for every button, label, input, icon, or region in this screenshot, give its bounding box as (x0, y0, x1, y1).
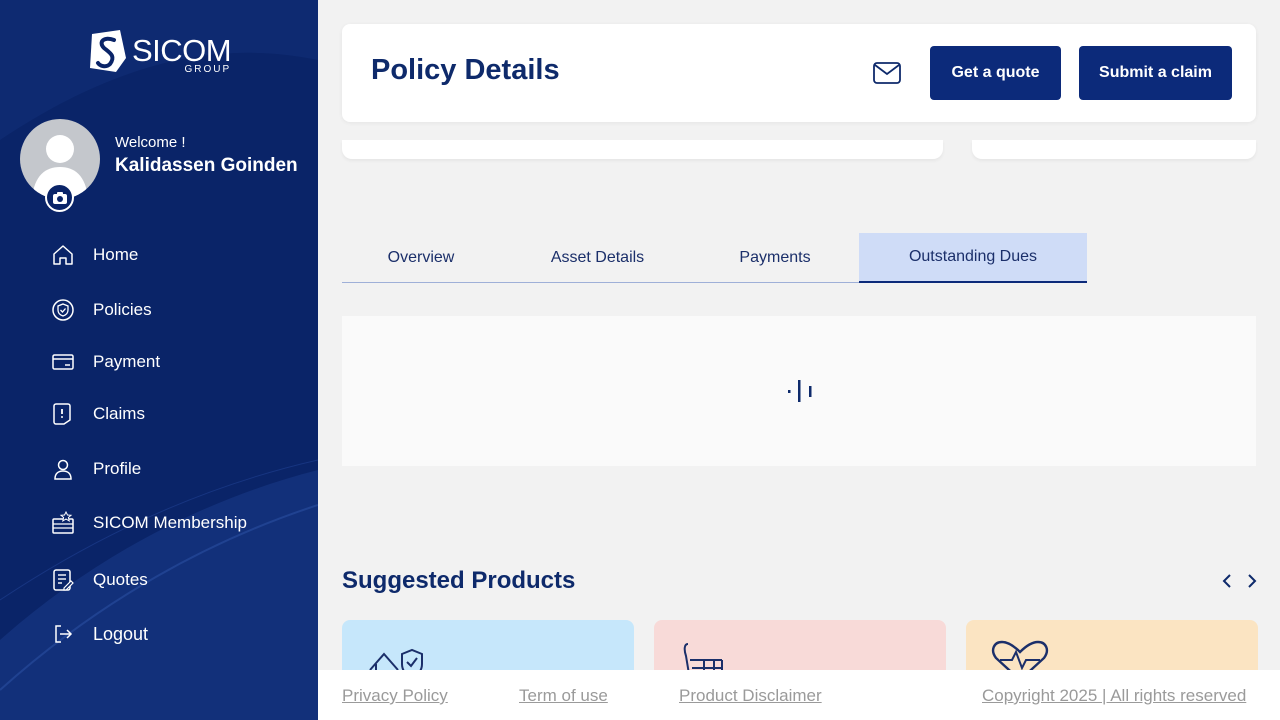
sidebar-item-membership[interactable]: SICOM Membership (50, 508, 247, 538)
sidebar-item-label: Profile (93, 459, 142, 478)
tab-asset-details[interactable]: Asset Details (500, 233, 695, 283)
camera-icon (52, 191, 67, 204)
tab-overview[interactable]: Overview (342, 233, 500, 283)
chevron-left-icon (1222, 574, 1231, 588)
privacy-policy-link[interactable]: Privacy Policy (342, 686, 448, 706)
welcome-text: Welcome ! (115, 134, 186, 151)
sicom-logo: SICOM GROUP (86, 28, 232, 75)
logout-icon (50, 621, 76, 647)
sidebar-item-profile[interactable]: Profile (50, 454, 141, 484)
carousel-prev-button[interactable] (1219, 572, 1235, 590)
user-name: Kalidassen Goinden (115, 155, 298, 176)
card-icon (50, 349, 76, 375)
sidebar-item-label: Home (93, 245, 139, 264)
submit-claim-button[interactable]: Submit a claim (1079, 46, 1232, 100)
product-disclaimer-link[interactable]: Product Disclaimer (679, 686, 822, 706)
logo-subtext: GROUP (184, 64, 232, 75)
shield-check-icon (50, 297, 76, 323)
copyright-text: Copyright 2025 | All rights reserved (982, 686, 1247, 705)
policy-card-partial (342, 140, 943, 159)
sidebar-item-label: Claims (93, 404, 145, 423)
sidebar-item-label: Policies (93, 300, 152, 319)
suggested-products-title: Suggested Products (342, 567, 576, 594)
sidebar-item-logout[interactable]: Logout (50, 619, 148, 649)
sidebar: SICOM GROUP Welcome ! Kalidassen Goinden… (0, 0, 318, 720)
tab-outstanding-dues[interactable]: Outstanding Dues (859, 233, 1087, 283)
header-card: Policy Details Get a quote Submit a clai… (342, 24, 1256, 122)
home-icon (50, 242, 76, 268)
tab-content-panel (342, 316, 1256, 466)
sidebar-item-payment[interactable]: Payment (50, 347, 160, 377)
sicom-logo-mark-icon (90, 30, 126, 72)
page-title: Policy Details (371, 54, 560, 86)
carousel-next-button[interactable] (1244, 572, 1260, 590)
change-photo-button[interactable] (45, 183, 74, 212)
footer: Privacy Policy Term of use Product Discl… (318, 670, 1280, 720)
terms-of-use-link[interactable]: Term of use (519, 686, 608, 706)
get-quote-button[interactable]: Get a quote (930, 46, 1061, 100)
sidebar-item-label: Payment (93, 352, 161, 371)
user-icon (50, 456, 76, 482)
sidebar-item-claims[interactable]: Claims (50, 399, 145, 429)
mail-icon (873, 62, 901, 84)
sidebar-item-home[interactable]: Home (50, 240, 138, 270)
sidebar-item-label: Logout (93, 623, 149, 644)
quote-doc-icon (50, 567, 76, 593)
tab-payments[interactable]: Payments (695, 233, 855, 283)
sidebar-item-quotes[interactable]: Quotes (50, 565, 148, 595)
claim-doc-icon (50, 401, 76, 427)
sidebar-item-label: Quotes (93, 570, 148, 589)
policy-tabs: Overview Asset Details Payments Outstand… (342, 233, 1087, 283)
chevron-right-icon (1248, 574, 1257, 588)
policy-side-card-partial (972, 140, 1256, 159)
sidebar-item-policies[interactable]: Policies (50, 295, 152, 325)
mail-button[interactable] (872, 61, 902, 85)
membership-icon (50, 510, 76, 536)
loading-spinner-icon (788, 380, 812, 402)
sidebar-item-label: SICOM Membership (93, 513, 247, 532)
